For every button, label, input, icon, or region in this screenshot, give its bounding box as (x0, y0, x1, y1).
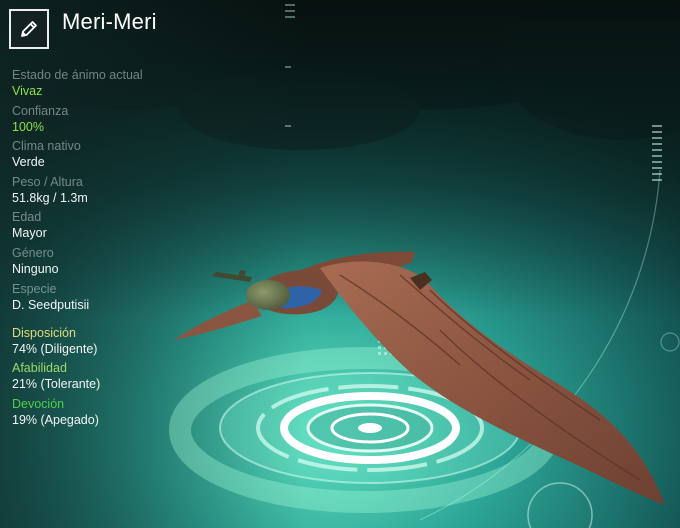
trait-disposition-label: Disposición (12, 325, 76, 340)
stat-mood-value: Vivaz (12, 84, 43, 98)
pencil-icon (21, 21, 37, 37)
stat-species: Especie D. Seedputisii (12, 281, 212, 313)
stat-weight-height-value: 51.8kg / 1.3m (12, 190, 88, 205)
stat-gender: Género Ninguno (12, 245, 212, 277)
trait-devotion: Devoción 19% (Apegado) (12, 396, 212, 428)
pal-stats-panel: Estado de ánimo actual Vivaz Confianza 1… (12, 67, 212, 431)
stat-age-label: Edad (12, 210, 42, 225)
trait-devotion-label: Devoción (12, 396, 65, 411)
stat-climate-value: Verde (12, 155, 45, 170)
stat-weight-height: Peso / Altura 51.8kg / 1.3m (12, 174, 212, 206)
stat-mood-label: Estado de ánimo actual (12, 68, 143, 82)
stat-weight-height-label: Peso / Altura (12, 174, 83, 189)
stat-age: Edad Mayor (12, 209, 212, 241)
stat-gender-value: Ninguno (12, 261, 59, 276)
stat-species-value: D. Seedputisii (12, 297, 90, 312)
stat-trust-value: 100% (12, 119, 44, 134)
trait-affability: Afabilidad 21% (Tolerante) (12, 360, 212, 392)
trait-affability-label: Afabilidad (12, 361, 67, 376)
stat-trust-label: Confianza (12, 103, 69, 118)
trait-affability-value: 21% (Tolerante) (12, 377, 101, 392)
trait-disposition: Disposición 74% (Diligente) (12, 325, 212, 357)
trait-list: Disposición 74% (Diligente) Afabilidad 2… (12, 325, 212, 428)
stat-climate: Clima nativo Verde (12, 138, 212, 170)
trait-disposition-value: 74% (Diligente) (12, 341, 98, 356)
stat-climate-label: Clima nativo (12, 139, 81, 154)
stat-mood: Estado de ánimo actual Vivaz (12, 67, 212, 99)
stat-gender-label: Género (12, 245, 54, 260)
rename-button[interactable] (9, 9, 49, 49)
trait-devotion-value: 19% (Apegado) (12, 412, 99, 427)
stat-trust: Confianza 100% (12, 103, 212, 135)
pal-header: Meri-Meri (9, 9, 157, 53)
stat-species-label: Especie (12, 281, 57, 296)
pal-name: Meri-Meri (62, 9, 157, 34)
stat-age-value: Mayor (12, 226, 47, 241)
